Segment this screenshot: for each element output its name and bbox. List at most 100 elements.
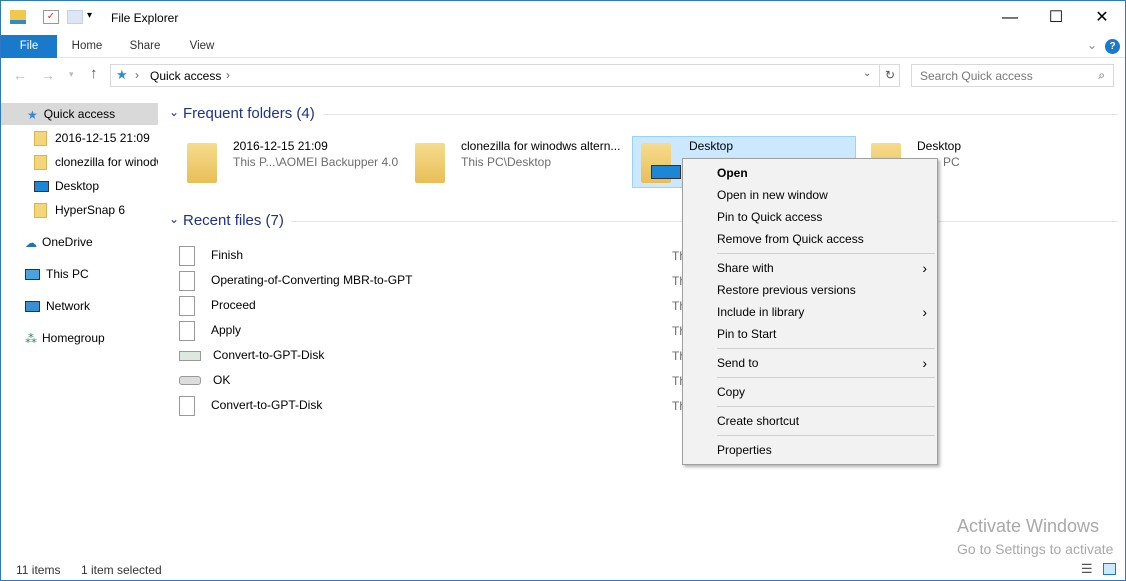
folder-path: PC [943, 155, 960, 169]
menu-remove-quick-access[interactable]: Remove from Quick access [683, 228, 937, 250]
search-icon: ⌕ [1098, 68, 1105, 82]
file-explorer-icon [10, 10, 26, 24]
recent-file-row[interactable]: Finish [179, 244, 659, 266]
quick-access-star-icon: ★ [116, 67, 128, 82]
menu-label: Share with [717, 261, 774, 275]
nav-quick-access[interactable]: ★ Quick access [1, 103, 158, 125]
menu-restore-versions[interactable]: Restore previous versions [683, 279, 937, 301]
folder-name: 2016-12-15 21:09 [233, 139, 328, 153]
nav-onedrive[interactable]: ☁ OneDrive [1, 231, 158, 253]
computer-icon [25, 269, 40, 281]
frequent-folders-header[interactable]: Frequent folders (4) [183, 105, 315, 122]
menu-send-to[interactable]: Send to › [683, 352, 937, 374]
folder-icon [34, 155, 47, 171]
menu-share-with[interactable]: Share with › [683, 257, 937, 279]
nav-label: Homegroup [42, 331, 105, 345]
menu-properties[interactable]: Properties [683, 439, 937, 461]
ribbon-tabs: File Home Share View ⌄ ? [1, 35, 1125, 58]
file-name: Apply [211, 323, 242, 337]
submenu-arrow-icon: › [922, 304, 927, 320]
search-input[interactable]: Search Quick access ⌕ [911, 64, 1114, 87]
recent-file-row[interactable]: Convert-to-GPT-Disk [179, 394, 659, 416]
menu-separator [717, 406, 935, 407]
image-file-icon [179, 376, 201, 386]
recent-file-row[interactable]: Proceed [179, 294, 659, 316]
nav-this-pc[interactable]: This PC [1, 263, 158, 285]
help-icon[interactable]: ? [1105, 39, 1120, 54]
menu-copy[interactable]: Copy [683, 381, 937, 403]
expand-ribbon-icon[interactable]: ⌄ [1087, 38, 1097, 52]
nav-network[interactable]: Network [1, 295, 158, 317]
file-icon [179, 270, 195, 291]
up-button[interactable]: ↑ [90, 65, 98, 82]
frequent-folder-tile[interactable]: clonezilla for winodws altern... This PC… [409, 137, 631, 189]
nav-desktop[interactable]: Desktop [1, 175, 158, 197]
tab-home[interactable]: Home [63, 35, 111, 58]
address-bar[interactable]: ★ › Quick access › ⌄ ↻ [110, 64, 900, 87]
homegroup-icon: ⁂ [25, 331, 37, 346]
folder-name: clonezilla for winodws altern... [461, 139, 621, 153]
menu-open-new-window[interactable]: Open in new window [683, 184, 937, 206]
file-icon [179, 295, 195, 316]
cloud-icon: ☁ [25, 235, 37, 250]
menu-separator [717, 348, 935, 349]
status-bar: 11 items 1 item selected ☰ [1, 559, 1125, 581]
address-dropdown-icon[interactable]: ⌄ [863, 68, 871, 79]
recent-file-row[interactable]: Convert-to-GPT-Disk [179, 344, 659, 366]
file-name: Operating-of-Converting MBR-to-GPT [211, 273, 413, 287]
collapse-recent-icon[interactable]: ⌄ [169, 212, 179, 226]
network-icon [25, 301, 40, 313]
menu-create-shortcut[interactable]: Create shortcut [683, 410, 937, 432]
file-name: Proceed [211, 298, 256, 312]
collapse-frequent-icon[interactable]: ⌄ [169, 105, 179, 119]
image-file-icon [179, 350, 201, 361]
nav-label: Quick access [43, 107, 116, 121]
breadcrumb-chevron-icon[interactable]: › [226, 68, 230, 82]
menu-open[interactable]: Open [683, 162, 937, 184]
title-bar: ✓ ▾ File Explorer — ☐ ✕ [1, 1, 1125, 35]
minimize-button[interactable]: — [987, 1, 1033, 35]
menu-separator [717, 435, 935, 436]
recent-file-row[interactable]: Operating-of-Converting MBR-to-GPT [179, 269, 659, 291]
nav-label: Desktop [55, 179, 100, 193]
new-folder-icon[interactable] [67, 10, 83, 24]
menu-include-library[interactable]: Include in library › [683, 301, 937, 323]
folder-icon [415, 143, 445, 183]
file-name: OK [213, 373, 231, 387]
nav-homegroup[interactable]: ⁂ Homegroup [1, 327, 158, 349]
folder-path: This PC\Desktop [461, 155, 552, 169]
recent-file-row[interactable]: OK [179, 369, 659, 391]
nav-pinned-folder[interactable]: 2016-12-15 21:09 [1, 127, 158, 149]
nav-label: 2016-12-15 21:09 [55, 131, 150, 145]
breadcrumb-quick-access[interactable]: Quick access [150, 69, 221, 83]
tab-file[interactable]: File [1, 35, 57, 58]
large-icons-view-icon[interactable] [1103, 563, 1116, 575]
close-button[interactable]: ✕ [1079, 1, 1125, 35]
desktop-folder-icon [641, 143, 681, 183]
tab-share[interactable]: Share [121, 35, 169, 58]
menu-pin-quick-access[interactable]: Pin to Quick access [683, 206, 937, 228]
menu-pin-start[interactable]: Pin to Start [683, 323, 937, 345]
nav-pinned-folder[interactable]: HyperSnap 6 [1, 199, 158, 221]
activation-watermark-title: Activate Windows [957, 516, 1100, 536]
recent-locations-button[interactable]: ▾ [69, 69, 74, 80]
properties-icon[interactable]: ✓ [43, 10, 59, 24]
nav-pinned-folder[interactable]: clonezilla for winodws [1, 151, 158, 173]
tab-view[interactable]: View [178, 35, 226, 58]
file-icon [179, 245, 195, 266]
folder-icon [34, 203, 47, 219]
menu-label: Include in library [717, 305, 805, 319]
refresh-button[interactable]: ↻ [879, 65, 900, 86]
submenu-arrow-icon: › [922, 355, 927, 371]
recent-file-row[interactable]: Apply [179, 319, 659, 341]
details-view-icon[interactable]: ☰ [1081, 561, 1093, 577]
frequent-folder-tile[interactable]: 2016-12-15 21:09 This P...\AOMEI Backupp… [181, 137, 406, 189]
maximize-button[interactable]: ☐ [1033, 1, 1079, 35]
back-button[interactable]: ← [13, 67, 27, 83]
folder-name: Desktop [689, 139, 734, 153]
customize-toolbar-icon[interactable]: ▾ [87, 10, 92, 21]
recent-files-header[interactable]: Recent files (7) [183, 212, 284, 229]
nav-label: This PC [46, 267, 89, 281]
submenu-arrow-icon: › [922, 260, 927, 276]
forward-button[interactable]: → [41, 67, 55, 83]
